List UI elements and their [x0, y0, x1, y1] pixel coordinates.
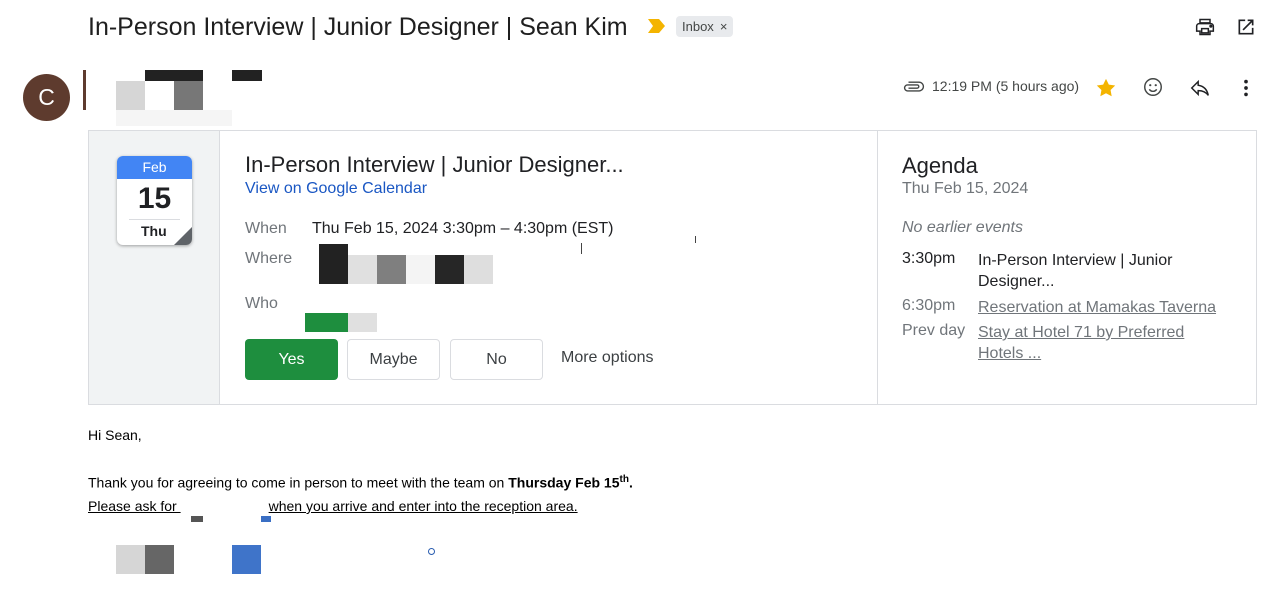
- open-in-new-icon[interactable]: [1234, 15, 1258, 39]
- body-line-1: Thank you for agreeing to come in person…: [88, 474, 633, 491]
- importance-marker-icon[interactable]: [648, 19, 666, 33]
- meeting-date: Thursday Feb 15: [508, 474, 620, 491]
- event-title: In-Person Interview | Junior Designer...: [245, 152, 624, 177]
- agenda-empty-note: No earlier events: [902, 219, 1023, 236]
- when-label: When: [245, 220, 287, 237]
- sender-avatar[interactable]: C: [23, 74, 70, 121]
- agenda-item-link[interactable]: Reservation at Mamakas Taverna: [978, 297, 1228, 318]
- greeting: Hi Sean,: [88, 427, 142, 443]
- where-value: [319, 244, 348, 284]
- agenda-item-current: In-Person Interview | Junior Designer...: [978, 252, 1173, 290]
- agenda-date: Thu Feb 15, 2024: [902, 180, 1029, 197]
- when-value: Thu Feb 15, 2024 3:30pm – 4:30pm (EST): [312, 220, 614, 237]
- agenda-item-time: 6:30pm: [902, 297, 956, 314]
- card-divider: [877, 131, 878, 404]
- agenda-title: Agenda: [902, 153, 978, 178]
- remove-label-button[interactable]: ×: [720, 19, 728, 34]
- page-fold-icon: [174, 227, 192, 245]
- calendar-month: Feb: [117, 156, 192, 179]
- agenda-item-link[interactable]: Stay at Hotel 71 by Preferred Hotels ...: [978, 322, 1198, 364]
- printer-icon[interactable]: [1193, 15, 1217, 39]
- body-line-2: Please ask for when you arrive and enter…: [88, 498, 578, 514]
- view-on-calendar-link[interactable]: View on Google Calendar: [245, 180, 427, 198]
- where-label: Where: [245, 250, 293, 267]
- star-icon[interactable]: [1094, 76, 1118, 100]
- redacted-signature: [116, 545, 145, 574]
- inbox-label: Inbox: [682, 19, 714, 34]
- more-options-button[interactable]: More options: [561, 349, 654, 367]
- rsvp-maybe-button[interactable]: Maybe: [347, 339, 440, 380]
- emoji-icon[interactable]: [1141, 75, 1165, 99]
- who-label: Who: [245, 295, 278, 312]
- calendar-day: 15: [137, 182, 172, 215]
- rsvp-yes-button[interactable]: Yes: [245, 339, 338, 380]
- agenda-item-time: Prev day: [902, 322, 966, 339]
- inbox-label-chip: Inbox ×: [676, 16, 734, 37]
- reply-icon[interactable]: [1188, 76, 1212, 100]
- agenda-item-time: 3:30pm: [902, 250, 956, 267]
- more-vert-icon[interactable]: [1234, 76, 1258, 100]
- rsvp-no-button[interactable]: No: [450, 339, 543, 380]
- attachment-icon: [902, 75, 926, 99]
- calendar-date-icon: Feb 15 Thu: [117, 156, 192, 245]
- who-value: [305, 313, 348, 332]
- email-subject: In-Person Interview | Junior Designer | …: [88, 13, 628, 41]
- message-timestamp: 12:19 PM (5 hours ago): [932, 78, 1080, 94]
